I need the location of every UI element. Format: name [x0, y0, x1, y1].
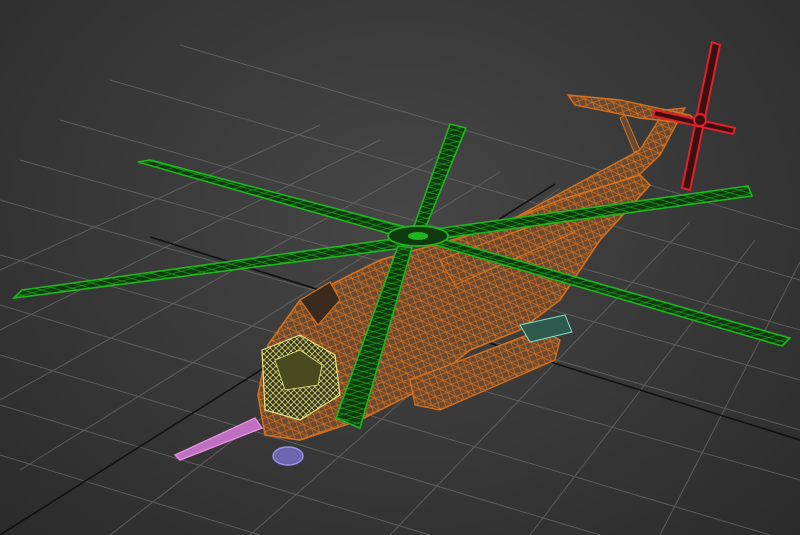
rotor-hub[interactable]: [387, 225, 449, 247]
rotor-blade-1[interactable]: [137, 159, 412, 239]
nose-pod[interactable]: [272, 446, 304, 466]
refuel-probe[interactable]: [173, 417, 264, 461]
tail-rotor[interactable]: [651, 40, 737, 192]
3d-viewport[interactable]: [0, 0, 800, 535]
viewport-scene[interactable]: [0, 0, 800, 535]
rotor-blade-3[interactable]: [410, 123, 468, 238]
